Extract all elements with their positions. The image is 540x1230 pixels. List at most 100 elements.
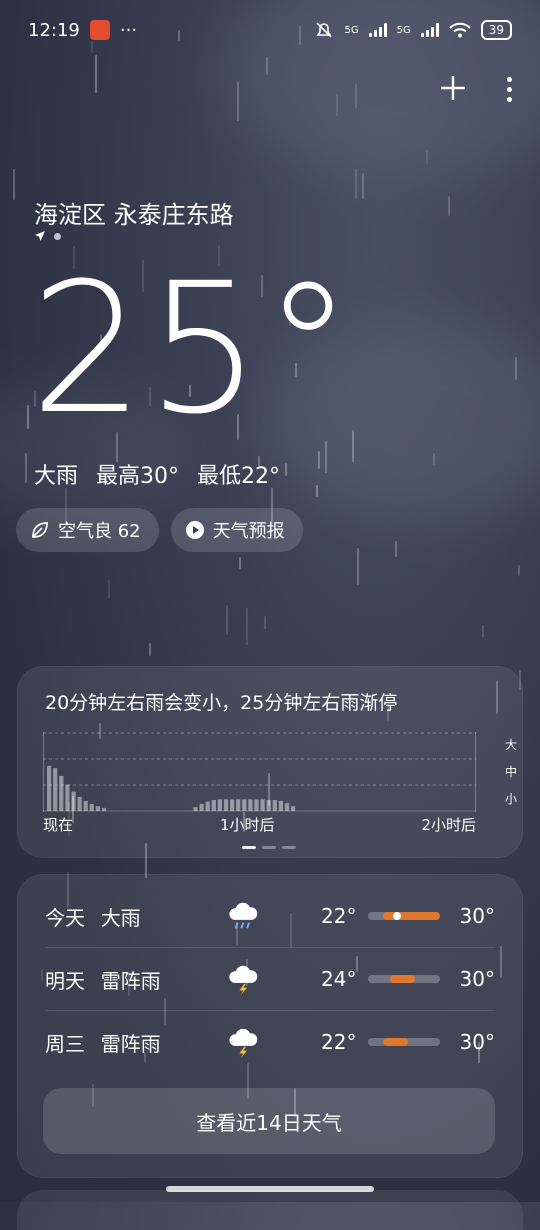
network-label-1: 5G — [344, 24, 359, 36]
low-temp: 最低22° — [197, 464, 281, 489]
weather-summary: 大雨 最高30° 最低22° — [34, 458, 280, 490]
precip-bar — [230, 799, 235, 811]
current-condition: 大雨 — [34, 464, 79, 489]
forecast-day: 今天 — [45, 905, 85, 930]
high-temp: 最高30° — [96, 464, 180, 489]
precip-bar — [284, 803, 290, 811]
status-time: 12:19 — [28, 19, 80, 41]
rain-streak — [433, 453, 435, 465]
precip-bar — [101, 807, 107, 811]
signal-icon — [420, 23, 439, 37]
axis-label-medium: 中 — [504, 765, 517, 779]
rain-streak — [426, 150, 428, 164]
axis-label-light: 小 — [504, 792, 517, 806]
intensity-axis: 大 中 小 — [505, 736, 517, 807]
forecast-row-wednesday[interactable]: 周三 雷阵雨 22° 30° — [45, 1012, 495, 1072]
rain-streak — [357, 548, 359, 585]
add-city-button[interactable] — [439, 70, 467, 108]
silent-icon — [316, 22, 333, 38]
forecast-row-today[interactable]: 今天 大雨 22° 30° — [45, 886, 495, 946]
divider — [45, 947, 495, 948]
network-label-2: 5G — [396, 24, 411, 36]
precip-bar — [83, 800, 88, 811]
air-quality-label: 空气良 62 — [58, 521, 141, 542]
weather-report-button[interactable]: 天气预报 — [170, 508, 303, 552]
precip-bar — [211, 800, 216, 811]
time-label-2h: 2小时后 — [421, 816, 476, 834]
temp-range-bar — [368, 975, 440, 983]
forecast-day: 周三 — [45, 1031, 85, 1056]
precip-bar — [89, 804, 94, 811]
rain-streak — [355, 84, 357, 108]
home-indicator[interactable] — [166, 1186, 374, 1192]
rain-streak — [285, 463, 287, 476]
wifi-icon — [449, 22, 471, 38]
precip-bar — [248, 799, 253, 811]
precip-bar — [65, 784, 70, 811]
precip-bar — [95, 806, 100, 811]
forecast-row-tomorrow[interactable]: 明天 雷阵雨 24° 30° — [45, 949, 495, 1009]
precip-bar — [47, 765, 52, 811]
more-notifications-icon: ··· — [119, 19, 138, 41]
rain-streak — [95, 55, 97, 93]
more-options-button[interactable] — [507, 76, 512, 102]
heavy-rain-icon — [228, 902, 257, 929]
rain-streak — [448, 196, 450, 216]
rain-streak — [239, 557, 241, 569]
rain-streak — [482, 625, 484, 637]
precip-bar — [193, 807, 198, 811]
temp-range-bar — [368, 1038, 440, 1046]
forecast-high: 30° — [459, 967, 495, 991]
precip-bar — [260, 799, 265, 811]
temp-range-bar — [368, 912, 440, 920]
status-bar: 12:19 ··· 5G 5G 39 — [0, 0, 540, 60]
precip-bar — [77, 797, 82, 811]
rain-streak — [362, 173, 364, 199]
forecast-high: 30° — [459, 1030, 495, 1054]
rain-streak — [226, 605, 228, 635]
play-icon — [185, 520, 205, 540]
precip-bar — [272, 800, 277, 811]
rain-streak — [246, 608, 248, 645]
forecast-condition: 雷阵雨 — [100, 968, 161, 993]
precipitation-card[interactable]: 20分钟左右雨会变小，25分钟左右雨渐停 大 中 小 现在 1小时后 2小时后 — [17, 666, 523, 858]
precip-bar — [205, 801, 210, 811]
precipitation-chart — [43, 732, 476, 812]
air-quality-button[interactable]: 空气良 62 — [16, 508, 159, 552]
time-label-1h: 1小时后 — [219, 816, 275, 834]
signal-icon — [368, 23, 387, 37]
location-indicator — [34, 230, 61, 242]
location-name: 海淀区 永泰庄东路 — [34, 201, 234, 229]
rain-streak — [518, 565, 520, 576]
app-notification-icon — [89, 20, 110, 40]
precip-bar — [236, 799, 241, 811]
current-temperature: 25° — [30, 245, 356, 454]
precipitation-summary: 20分钟左右雨会变小，25分钟左右雨渐停 — [45, 692, 398, 714]
precip-bar — [266, 800, 271, 811]
next-card-peek — [17, 1190, 523, 1230]
rain-streak — [355, 169, 357, 199]
forecast-low: 22° — [321, 904, 357, 928]
forecast-condition: 大雨 — [100, 905, 141, 930]
forecast-condition: 雷阵雨 — [100, 1031, 161, 1056]
precip-bar — [71, 791, 76, 811]
plus-icon — [441, 76, 465, 100]
precip-bar — [53, 768, 58, 811]
rain-streak — [108, 580, 110, 599]
location-arrow-icon — [35, 231, 45, 241]
rain-streak — [395, 541, 397, 557]
forecast-low: 24° — [321, 967, 357, 991]
rain-streak — [336, 94, 338, 116]
rain-streak — [13, 169, 15, 200]
forecast-low: 22° — [321, 1030, 357, 1054]
card-pager — [242, 846, 296, 849]
forecast-day: 明天 — [45, 968, 85, 993]
precip-bar — [223, 799, 229, 811]
view-14-day-button[interactable]: 查看近14日天气 — [43, 1088, 495, 1154]
precip-bar — [217, 799, 222, 811]
rain-streak — [515, 357, 517, 380]
precip-bar — [291, 806, 296, 811]
weather-report-label: 天气预报 — [212, 521, 285, 542]
precip-bar — [278, 800, 283, 811]
time-label-now: 现在 — [43, 816, 74, 834]
